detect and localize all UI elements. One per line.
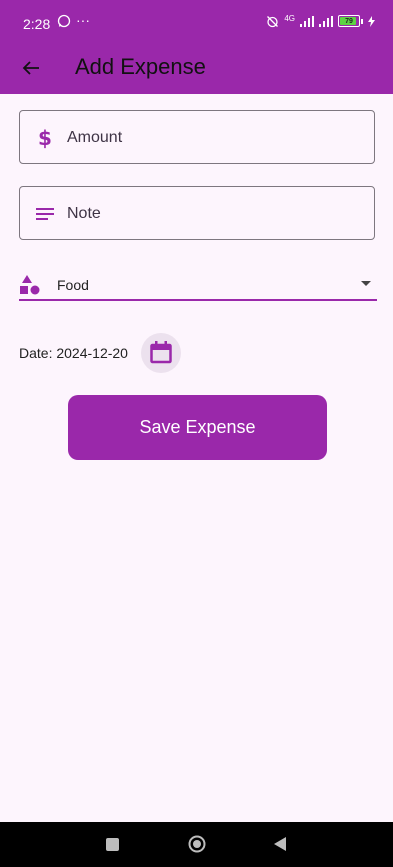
system-nav-bar xyxy=(0,822,393,867)
status-more-notifications: ··· xyxy=(76,12,90,28)
category-shapes-icon xyxy=(20,275,40,295)
calendar-button[interactable] xyxy=(141,333,181,373)
signal-icon xyxy=(300,15,314,27)
note-placeholder: Note xyxy=(67,205,101,222)
signal-icon-2 xyxy=(319,15,333,27)
category-dropdown[interactable]: Food xyxy=(19,268,377,301)
calendar-icon xyxy=(150,341,172,364)
status-bar: 2:28 ··· 4G 79 xyxy=(0,0,393,45)
note-field[interactable]: Note xyxy=(19,186,375,240)
alarm-off-icon xyxy=(267,15,279,27)
home-button[interactable] xyxy=(188,835,206,853)
amount-field[interactable]: $ Amount xyxy=(19,110,375,164)
page-title: Add Expense xyxy=(75,54,206,79)
status-time: 2:28 xyxy=(23,16,51,32)
app-bar: Add Expense xyxy=(0,45,393,94)
status-indicators: 4G 79 xyxy=(266,13,375,29)
dropdown-arrow-icon xyxy=(361,281,371,286)
recents-button[interactable] xyxy=(106,838,119,851)
notes-icon xyxy=(36,208,54,220)
amount-placeholder: Amount xyxy=(67,129,123,146)
whatsapp-icon xyxy=(57,14,71,28)
dollar-icon: $ xyxy=(38,127,52,149)
date-label: Date: 2024-12-20 xyxy=(19,345,128,361)
battery-icon: 79 xyxy=(338,15,360,27)
arrow-left-icon[interactable] xyxy=(20,57,42,79)
svg-text:$: $ xyxy=(38,127,52,149)
save-expense-button[interactable]: Save Expense xyxy=(68,395,327,460)
network-type-label: 4G xyxy=(284,13,295,23)
back-triangle-button[interactable] xyxy=(274,837,286,851)
charging-icon xyxy=(368,15,375,27)
category-value: Food xyxy=(57,277,89,293)
battery-level: 79 xyxy=(345,17,353,25)
